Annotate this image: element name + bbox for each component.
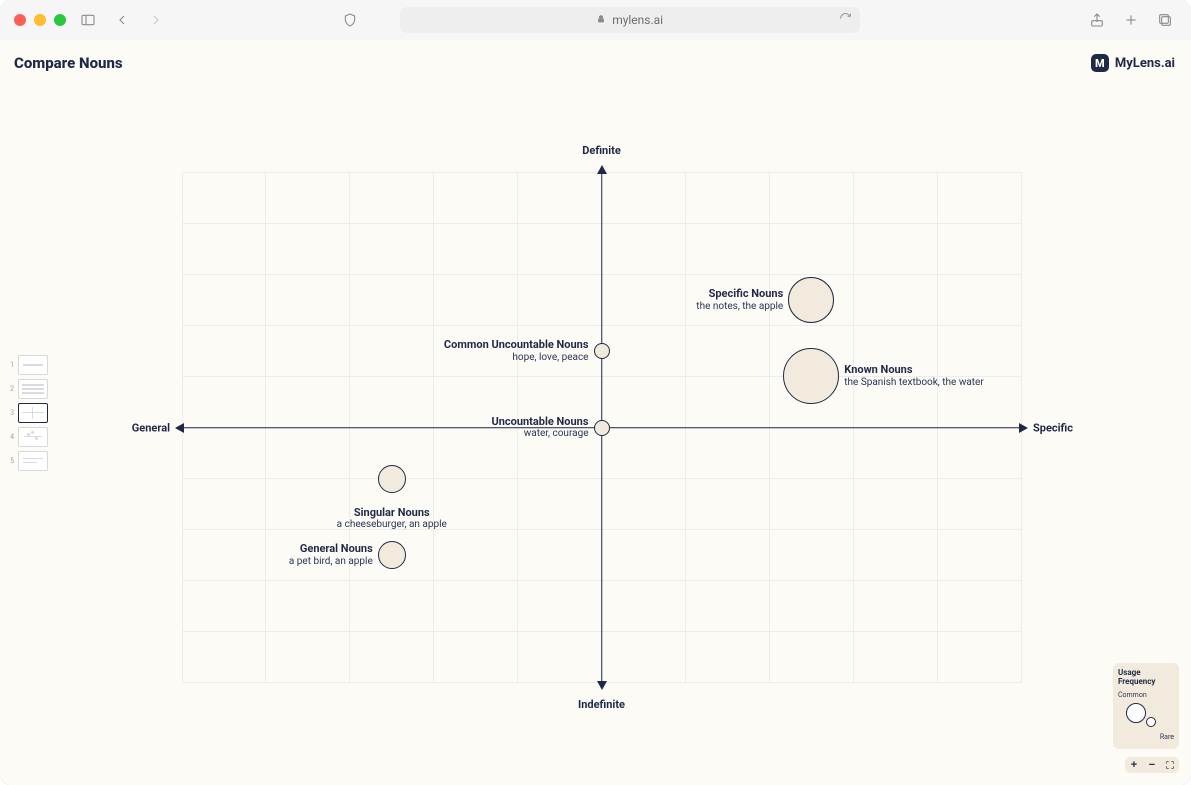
bubble-label-general-nouns: General Nounsa pet bird, an apple	[289, 542, 373, 568]
refresh-button[interactable]	[839, 12, 852, 28]
thumbnail-slide-2[interactable]: 2	[8, 379, 48, 399]
legend-usage-frequency: Usage Frequency Common Rare	[1113, 663, 1179, 749]
bubble-subtitle: a cheeseburger, an apple	[337, 519, 447, 532]
zoom-in-button[interactable]: +	[1125, 757, 1143, 773]
browser-chrome: mylens.ai	[0, 0, 1191, 41]
zoom-out-button[interactable]: −	[1143, 757, 1161, 773]
bubble-title: Specific Nouns	[696, 287, 783, 301]
thumbnail-slide-4[interactable]: 4	[8, 427, 48, 447]
lock-icon	[596, 13, 606, 27]
page-title: Compare Nouns	[14, 54, 123, 72]
back-button[interactable]	[110, 8, 134, 32]
legend-bubble-small-icon	[1146, 717, 1156, 727]
legend-title-line1: Usage	[1118, 668, 1141, 677]
bubble-general-nouns[interactable]	[378, 541, 406, 569]
thumbnail-index: 1	[8, 361, 14, 369]
thumbnail-preview	[18, 379, 48, 399]
legend-min-label: Rare	[1118, 733, 1174, 741]
zoom-controls: + −	[1125, 757, 1179, 773]
legend-bubble-large-icon	[1126, 703, 1146, 723]
minimize-window-button[interactable]	[34, 14, 46, 26]
chart-plot-area[interactable]: Definite Indefinite General Specific Spe…	[182, 172, 1021, 683]
bubble-uncountable-nouns[interactable]	[594, 420, 610, 436]
legend-title-line2: Frequency	[1118, 677, 1155, 686]
window-controls	[14, 14, 66, 26]
quadrant-chart[interactable]: Definite Indefinite General Specific Spe…	[100, 130, 1091, 725]
share-button[interactable]	[1085, 8, 1109, 32]
bubble-title: Uncountable Nouns	[491, 414, 588, 428]
thumbnail-slide-5[interactable]: 5	[8, 451, 48, 471]
bubble-subtitle: water, courage	[491, 428, 588, 441]
thumbnail-slide-1[interactable]: 1	[8, 355, 48, 375]
thumbnail-index: 2	[8, 385, 14, 393]
bubble-label-uncountable-nouns: Uncountable Nounswater, courage	[491, 414, 588, 440]
bubble-subtitle: the notes, the apple	[696, 300, 783, 313]
shield-icon[interactable]	[338, 8, 362, 32]
page-content: Compare Nouns M MyLens.ai 1 2 3 4 5 Definite…	[0, 40, 1191, 785]
legend-size-scale	[1118, 699, 1174, 733]
bubble-label-known-nouns: Known Nounsthe Spanish textbook, the wat…	[844, 363, 983, 389]
arrow-right-icon	[1019, 423, 1028, 433]
thumbnail-preview	[18, 427, 48, 447]
legend-max-label: Common	[1118, 691, 1174, 699]
sidebar-toggle-button[interactable]	[76, 8, 100, 32]
brand-logo-icon: M	[1091, 54, 1109, 72]
axis-label-right: Specific	[1033, 421, 1073, 434]
thumbnail-slide-3[interactable]: 3	[8, 403, 48, 423]
bubble-label-common-uncountable-nouns: Common Uncountable Nounshope, love, peac…	[444, 338, 589, 364]
bubble-label-specific-nouns: Specific Nounsthe notes, the apple	[696, 287, 783, 313]
bubble-known-nouns[interactable]	[783, 348, 839, 404]
slides-thumbnail-strip: 1 2 3 4 5	[8, 355, 48, 471]
arrow-up-icon	[597, 165, 607, 174]
bubble-title: Known Nouns	[844, 363, 983, 377]
address-bar-host: mylens.ai	[612, 13, 663, 27]
bubble-singular-nouns[interactable]	[378, 465, 406, 493]
bubble-subtitle: hope, love, peace	[444, 351, 589, 364]
bubble-title: Singular Nouns	[337, 506, 447, 520]
thumbnail-index: 5	[8, 457, 14, 465]
arrow-down-icon	[597, 681, 607, 690]
zoom-fit-button[interactable]	[1161, 757, 1179, 773]
thumbnail-index: 4	[8, 433, 14, 441]
address-bar[interactable]: mylens.ai	[400, 7, 860, 33]
bubble-subtitle: a pet bird, an apple	[289, 556, 373, 569]
bubble-title: General Nouns	[289, 542, 373, 556]
new-tab-button[interactable]	[1119, 8, 1143, 32]
bubble-title: Common Uncountable Nouns	[444, 338, 589, 352]
maximize-window-button[interactable]	[54, 14, 66, 26]
bubble-specific-nouns[interactable]	[788, 277, 834, 323]
thumbnail-preview	[18, 451, 48, 471]
forward-button[interactable]	[144, 8, 168, 32]
bubble-label-singular-nouns: Singular Nounsa cheeseburger, an apple	[337, 506, 447, 532]
thumbnail-index: 3	[8, 409, 14, 417]
axis-label-left: General	[132, 421, 170, 434]
bubble-subtitle: the Spanish textbook, the water	[844, 377, 983, 390]
brand[interactable]: M MyLens.ai	[1091, 54, 1175, 72]
axis-label-bottom: Indefinite	[578, 698, 625, 711]
axis-label-top: Definite	[582, 144, 621, 157]
close-window-button[interactable]	[14, 14, 26, 26]
thumbnail-preview	[18, 403, 48, 423]
brand-label: MyLens.ai	[1115, 56, 1175, 71]
tabs-overview-button[interactable]	[1153, 8, 1177, 32]
thumbnail-preview	[18, 355, 48, 375]
bubble-common-uncountable-nouns[interactable]	[594, 343, 610, 359]
arrow-left-icon	[175, 423, 184, 433]
